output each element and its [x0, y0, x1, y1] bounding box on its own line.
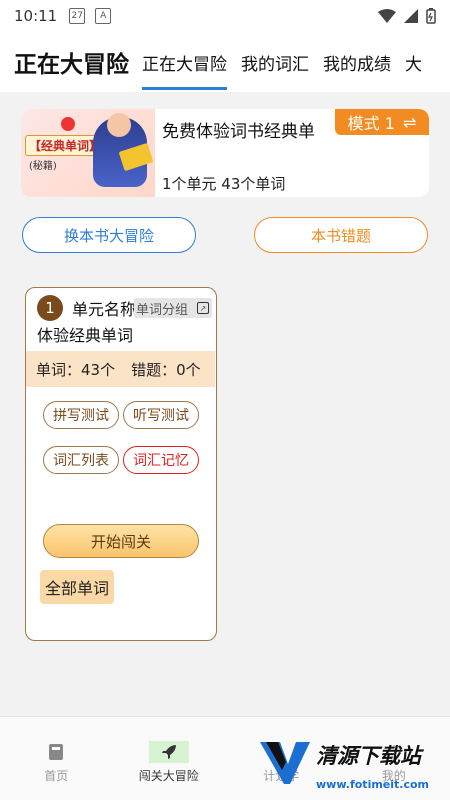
change-book-button[interactable]: 换本书大冒险 [22, 217, 196, 253]
spelling-test-button[interactable]: 拼写测试 [43, 401, 119, 429]
switch-icon: ⇌ [402, 112, 417, 132]
nav-mine[interactable]: 我的 [338, 717, 450, 800]
vocab-memory-button[interactable]: 词汇记忆 [123, 446, 199, 474]
book-mistakes-button[interactable]: 本书错题 [254, 217, 428, 253]
word-group-button[interactable]: 单词分组 ↗ [134, 298, 212, 318]
vocab-list-button[interactable]: 词汇列表 [43, 446, 119, 474]
battery-icon [426, 8, 436, 24]
dictation-test-button[interactable]: 听写测试 [123, 401, 199, 429]
tab-my-vocabulary[interactable]: 我的词汇 [241, 32, 309, 92]
start-challenge-button[interactable]: 开始闯关 [43, 524, 199, 558]
edit-icon: ↗ [197, 302, 209, 314]
page-title: 正在大冒险 [14, 52, 129, 78]
app-header: 正在大冒险 正在大冒险 我的词汇 我的成绩 大 [0, 32, 450, 92]
status-time: 10:11 [14, 7, 58, 25]
calendar-icon: 27 [69, 8, 86, 24]
mode-label: 模式 1 [347, 114, 395, 133]
nav-plan-label: 计划学 [263, 769, 300, 783]
unit-stats: 单词：43个 错题：0个 [26, 351, 215, 387]
graduation-cap-icon [381, 741, 407, 763]
unit-number-badge: 1 [37, 295, 63, 321]
nav-home-label: 首页 [44, 769, 69, 783]
unit-label: 单元名称 [72, 300, 137, 319]
nav-plan[interactable]: 计划学 [225, 717, 338, 800]
unit-card: 1 单元名称 单词分组 ↗ 体验经典单词 单词：43个 错题：0个 拼写测试 听… [25, 287, 217, 641]
mode-switch-button[interactable]: 模式 1 ⇌ [335, 109, 429, 135]
nav-adventure[interactable]: 闯关大冒险 [113, 717, 226, 800]
rocket-icon [148, 741, 189, 763]
word-count: 单词：43个 [36, 360, 116, 379]
tab-more[interactable]: 大 [405, 32, 422, 92]
wifi-icon [378, 9, 396, 23]
tab-current-adventure[interactable]: 正在大冒险 [142, 32, 227, 92]
top-tabs: 正在大冒险 我的词汇 我的成绩 大 [142, 32, 450, 92]
bottom-nav: 首页 闯关大冒险 计划学 我的 [0, 716, 450, 800]
tab-my-scores[interactable]: 我的成绩 [323, 32, 391, 92]
book-cover: 【经典单词】 (秘籍) [21, 109, 155, 197]
nav-home[interactable]: 首页 [0, 717, 113, 800]
cover-badge-icon [61, 117, 75, 131]
word-group-label: 单词分组 [136, 302, 189, 318]
nav-adventure-label: 闯关大冒险 [138, 769, 199, 783]
all-words-button[interactable]: 全部单词 [40, 570, 114, 604]
book-meta: 1个单元 43个单词 [162, 175, 286, 193]
book-icon [43, 741, 69, 763]
status-bar: 10:11 27 A [0, 0, 450, 32]
signal-icon [404, 9, 418, 23]
plan-icon [268, 741, 294, 763]
nav-mine-label: 我的 [381, 769, 406, 783]
unit-name: 体验经典单词 [37, 326, 134, 345]
book-card[interactable]: 【经典单词】 (秘籍) 免费体验词书经典单 1个单元 43个单词 模式 1 ⇌ [21, 109, 429, 197]
notification-icon: A [95, 8, 112, 24]
mistake-count: 错题：0个 [131, 360, 201, 379]
cover-subtitle: (秘籍) [29, 161, 57, 172]
book-title: 免费体验词书经典单 [162, 122, 315, 142]
